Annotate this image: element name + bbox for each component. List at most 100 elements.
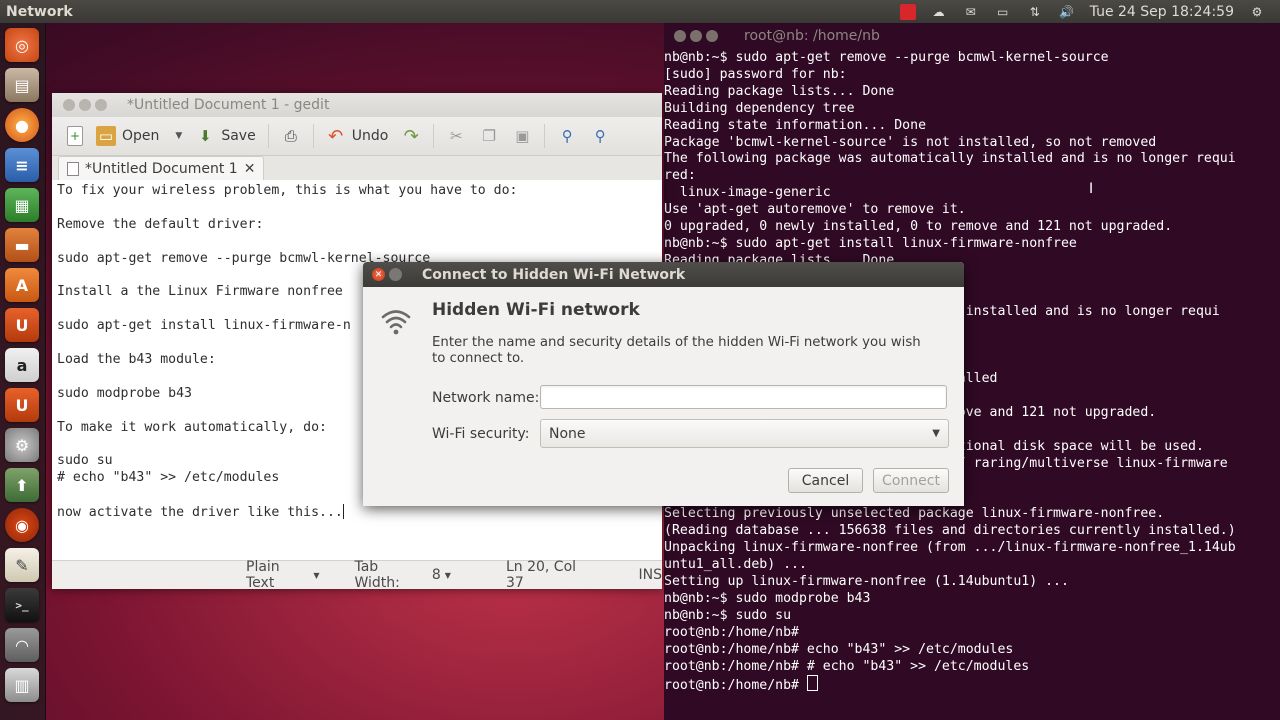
record-indicator-icon[interactable] <box>899 3 916 20</box>
save-icon: ⬇ <box>199 127 212 145</box>
terminal-line: nb@nb:~$ sudo apt-get install linux-firm… <box>664 235 1077 251</box>
power-gear-icon[interactable]: ⚙ <box>1248 5 1266 19</box>
impress-icon[interactable]: ▬ <box>5 228 39 262</box>
wifi-security-select[interactable]: None ▼ <box>540 419 949 448</box>
network-transfer-icon[interactable]: ⇅ <box>1026 5 1044 19</box>
maximize-icon[interactable] <box>706 29 718 42</box>
minimize-icon[interactable] <box>690 29 702 42</box>
close-icon[interactable] <box>674 29 686 42</box>
find-replace-icon: ⚲ <box>594 127 606 145</box>
calc-icon[interactable]: ▦ <box>5 188 39 222</box>
text-editor-icon[interactable]: ✎ <box>5 548 39 582</box>
terminal-line: Selecting previously unselected package … <box>664 506 1165 522</box>
terminal-line: Reading state information... Done <box>664 117 927 133</box>
redo-arrow-icon: ↷ <box>403 125 419 147</box>
launcher: ◎ ▤ ● ≡ ▦ ▬ A U a U ⚙ ⬆ ◉ ✎ >_ ◠ ▥ <box>0 23 46 720</box>
terminal-line: The following package was automatically … <box>664 151 1236 167</box>
terminal-line: Package 'bcmwl-kernel-source' is not ins… <box>664 134 1157 150</box>
copy-button[interactable]: ❐ <box>474 122 504 150</box>
new-document-icon: + <box>67 126 83 146</box>
terminal-prompt-line[interactable]: root@nb:/home/nb# <box>664 675 1280 695</box>
terminal-line: nb@nb:~$ sudo su <box>664 607 792 623</box>
firefox-icon[interactable]: ● <box>5 108 39 142</box>
redo-button[interactable]: ↷ <box>396 122 426 150</box>
mail-icon[interactable]: ✉ <box>962 5 980 19</box>
tab-width-value: 8 <box>431 567 441 583</box>
terminal-titlebar: root@nb: /home/nb <box>664 23 1280 48</box>
toolbar-separator <box>544 124 546 148</box>
minimize-icon[interactable] <box>389 268 402 281</box>
active-app-name: Network <box>6 3 73 20</box>
paste-button[interactable]: ▣ <box>507 122 537 150</box>
terminal-line: Setting up linux-firmware-nonfree (1.14u… <box>664 573 1069 589</box>
toolbar-separator <box>267 124 269 148</box>
chevron-down-icon: ▼ <box>932 428 940 439</box>
gear-icon[interactable]: ⚙ <box>5 428 39 462</box>
undo-button[interactable]: ↶ Undo <box>321 122 394 150</box>
gedit-toolbar: + ▭ Open ▼ ⬇ Save ⎙ ↶ Undo ↷ ✂ ❐ ▣ ⚲ ⚲ <box>52 117 662 156</box>
replace-button[interactable]: ⚲ <box>585 122 615 150</box>
terminal-line: linux-image-generic <box>664 185 831 201</box>
volume-icon[interactable]: 🔊 <box>1058 5 1076 19</box>
document-icon <box>67 161 79 176</box>
undo-label: Undo <box>351 128 389 144</box>
terminal-line: Reading package lists... Done <box>664 83 895 99</box>
terminal-line: (Reading database ... 156638 files and d… <box>664 523 1236 539</box>
language-selector[interactable]: Plain Text ▼ <box>246 559 319 591</box>
ubuntu-one-icon[interactable]: U <box>5 308 39 342</box>
ubuntu-one-music-icon[interactable]: U <box>5 388 39 422</box>
dialog-heading: Hidden Wi-Fi network <box>432 300 640 320</box>
close-icon[interactable]: ✕ <box>244 161 256 177</box>
save-label: Save <box>221 128 256 144</box>
editor-line: now activate the driver like this... <box>57 504 662 522</box>
cursor-position: Ln 20, Col 37 <box>505 559 577 591</box>
close-icon[interactable] <box>63 99 75 111</box>
terminal-line: red: <box>664 168 696 184</box>
insert-mode: INS <box>638 567 663 583</box>
new-document-button[interactable]: + <box>62 122 88 150</box>
clock[interactable]: Tue 24 Sep 18:24:59 <box>1090 4 1234 20</box>
network-name-input[interactable] <box>540 385 947 409</box>
wifi-icon <box>381 310 411 335</box>
close-icon[interactable]: ✕ <box>372 268 385 281</box>
terminal-line: nb@nb:~$ sudo apt-get remove --purge bcm… <box>664 50 1109 65</box>
print-button[interactable]: ⎙ <box>276 122 306 150</box>
minimize-icon[interactable] <box>79 99 91 111</box>
terminal-prompt: root@nb:/home/nb# <box>664 678 807 694</box>
chevron-down-icon[interactable]: ▼ <box>175 131 182 141</box>
tab-label: *Untitled Document 1 <box>85 160 238 177</box>
dash-home-icon[interactable]: ◎ <box>5 28 39 62</box>
cancel-button[interactable]: Cancel <box>788 468 863 493</box>
wifi-security-label: Wi-Fi security: <box>432 426 530 442</box>
wifi-icon[interactable]: ◠ <box>5 628 39 662</box>
writer-icon[interactable]: ≡ <box>5 148 39 182</box>
terminal-line: root@nb:/home/nb# echo "b43" >> /etc/mod… <box>664 641 1014 657</box>
terminal-line: untu1_all.deb) ... <box>664 557 807 573</box>
maximize-icon[interactable] <box>95 99 107 111</box>
scissors-icon: ✂ <box>449 127 463 145</box>
cut-button[interactable]: ✂ <box>441 122 471 150</box>
battery-icon[interactable]: ▭ <box>994 5 1012 19</box>
cloud-icon[interactable]: ☁ <box>930 5 948 19</box>
mouse-ibeam-icon: I <box>1089 181 1094 197</box>
editor-line: To fix your wireless problem, this is wh… <box>57 183 518 198</box>
open-button[interactable]: ▭ Open ▼ <box>91 122 187 150</box>
text-cursor <box>342 504 344 520</box>
hidden-wifi-dialog: ✕ Connect to Hidden Wi-Fi Network Hidden… <box>363 262 964 506</box>
software-center-icon[interactable]: A <box>5 268 39 302</box>
tab-width-selector[interactable]: Tab Width: 8 ▼ <box>354 559 450 591</box>
chevron-down-icon: ▼ <box>444 570 451 580</box>
folder-icon[interactable]: ▤ <box>5 68 39 102</box>
find-button[interactable]: ⚲ <box>552 122 582 150</box>
terminal-line: [sudo] password for nb: <box>664 66 847 82</box>
terminal-line: root@nb:/home/nb# <box>664 624 799 640</box>
ubuntu-logo-icon[interactable]: ◉ <box>5 508 39 542</box>
toolbar-separator <box>312 124 314 148</box>
amazon-icon[interactable]: a <box>5 348 39 382</box>
connect-button[interactable]: Connect <box>873 468 949 493</box>
trash-icon[interactable]: ▥ <box>5 668 39 702</box>
terminal-icon[interactable]: >_ <box>5 588 39 622</box>
save-button[interactable]: ⬇ Save <box>190 122 260 150</box>
tab-untitled-document[interactable]: *Untitled Document 1 ✕ <box>58 156 265 180</box>
update-icon[interactable]: ⬆ <box>5 468 39 502</box>
